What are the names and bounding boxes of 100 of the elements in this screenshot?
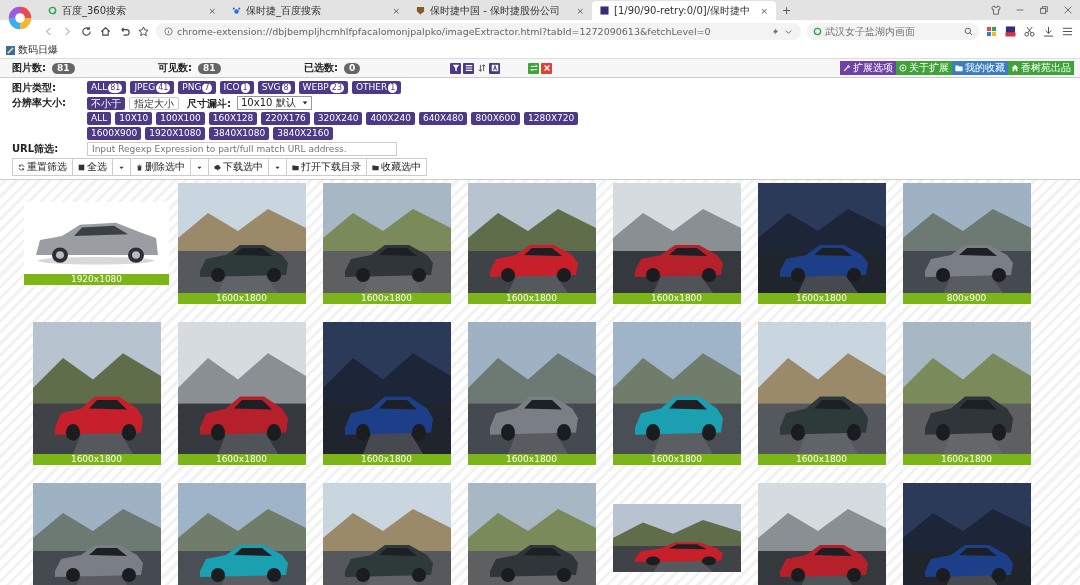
folder-icon <box>955 64 963 72</box>
extension-icon[interactable] <box>1005 25 1016 37</box>
stat-label: 图片数: <box>12 61 46 75</box>
filter-button[interactable] <box>450 62 461 74</box>
shirt-icon[interactable] <box>991 5 1001 15</box>
lightning-icon[interactable] <box>771 26 780 36</box>
size-label: 1600x1800 <box>32 454 161 465</box>
bookmark-item[interactable]: 数码日爆 <box>18 43 58 57</box>
apps-icon[interactable] <box>986 25 997 37</box>
trash-icon <box>136 163 143 171</box>
home-icon <box>1011 64 1019 72</box>
search-engine-icon <box>813 26 822 36</box>
size-label: 1600x1800 <box>177 293 306 304</box>
tab-title: 保时捷_百度搜索 <box>246 3 322 18</box>
menu-icon[interactable] <box>1062 25 1073 37</box>
size-funnel-select[interactable]: 10x10 默认 <box>237 96 312 110</box>
resolution-button[interactable]: 1600X900 <box>87 127 142 140</box>
cloud-download-icon <box>214 163 221 171</box>
type-filter-button[interactable]: OTHER 1 <box>352 81 402 94</box>
tab-close-button[interactable]: × <box>392 5 400 16</box>
size-label: 1600x1800 <box>757 293 886 304</box>
browser-logo-icon[interactable] <box>8 6 32 30</box>
type-filter-button[interactable]: SVG 8 <box>257 81 295 94</box>
refresh-icon <box>18 163 25 171</box>
resolution-button[interactable]: 3840X1080 <box>209 127 270 140</box>
size-label: 1920x1080 <box>24 274 169 285</box>
shield-icon <box>416 6 425 15</box>
size-label: 1600x1800 <box>322 454 451 465</box>
folder-icon <box>292 163 299 171</box>
resolution-button[interactable]: 320X240 <box>313 112 363 125</box>
extension-link[interactable]: 扩展选项 <box>840 61 896 75</box>
browser-tab[interactable]: 保时捷_百度搜索 × <box>224 1 408 20</box>
size-label: 1600x1800 <box>612 293 741 304</box>
tab-close-button[interactable]: × <box>576 5 584 16</box>
type-filter-button[interactable]: ALL 81 <box>87 81 127 94</box>
tab-close-button[interactable]: × <box>208 5 216 16</box>
reload-icon[interactable] <box>81 25 92 37</box>
size-mode-button[interactable]: 指定大小 <box>129 96 179 110</box>
bookmark-icon[interactable] <box>6 45 15 55</box>
tab-title: 保时捷中国 - 保时捷股份公司 <box>430 3 561 18</box>
folder-icon <box>372 163 379 171</box>
address-bar[interactable]: chrome-extension://dbjbempljhcmhlfpfacalomonjpalpko/imageExtractor.html?tabId=1272090613&fetchLevel=0 <box>156 22 801 40</box>
url-filter-field[interactable]: Input Regexp Expression to part/full match URL address. <box>87 142 397 156</box>
download-icon[interactable] <box>1043 25 1054 37</box>
close-icon[interactable] <box>1063 5 1073 15</box>
search-icon <box>48 6 57 15</box>
home-icon[interactable] <box>100 25 111 37</box>
filter-label: 分辨率大小: <box>12 96 67 109</box>
filter-label: 图片类型: <box>12 81 57 94</box>
resolution-button[interactable]: 800X600 <box>471 112 520 125</box>
type-filter-button[interactable]: JPEG 41 <box>130 81 175 94</box>
search-icon[interactable] <box>964 26 973 36</box>
resolution-button[interactable]: 160X128 <box>208 112 258 125</box>
tab-close-button[interactable]: × <box>760 5 768 16</box>
browser-tab[interactable]: 百度_360搜索 × <box>40 1 224 20</box>
stat-label: 可见数: <box>158 61 192 75</box>
type-filter-button[interactable]: ICO 1 <box>219 81 254 94</box>
tab-title: [1/90/90-retry:0/0]/保时捷中 <box>614 3 752 18</box>
resolution-button[interactable]: 1920X1080 <box>145 127 206 140</box>
resolution-button[interactable]: 3840X2160 <box>273 127 334 140</box>
size-label: 1600x1800 <box>467 293 596 304</box>
resolution-button[interactable]: 1280X720 <box>524 112 579 125</box>
swap-button[interactable] <box>528 62 539 74</box>
tab-title: 百度_360搜索 <box>62 3 128 18</box>
wrench-icon <box>843 64 851 72</box>
size-label: 800x900 <box>902 293 1031 304</box>
resolution-button[interactable]: 220X176 <box>261 112 310 125</box>
type-filter-button[interactable]: PNG 7 <box>178 81 216 94</box>
search-field[interactable]: 武汉女子盐湖内画面 <box>807 22 979 40</box>
circle-icon <box>899 64 907 72</box>
info-icon <box>164 26 173 36</box>
resolution-button[interactable]: 640X480 <box>418 112 468 125</box>
undo-icon[interactable] <box>119 25 130 37</box>
list-button[interactable] <box>463 62 474 74</box>
page-icon <box>600 6 609 15</box>
paw-icon <box>232 6 241 15</box>
browser-tab[interactable]: [1/90/90-retry:0/0]/保时捷中 × <box>592 1 776 20</box>
scissors-icon[interactable] <box>1024 25 1035 37</box>
type-filter-button[interactable]: WEBP 23 <box>298 81 348 94</box>
count-badge: 0 <box>344 62 361 74</box>
font-button[interactable] <box>489 62 500 74</box>
browser-tab[interactable]: 保时捷中国 - 保时捷股份公司 × <box>408 1 592 20</box>
size-label: 1600x1800 <box>322 293 451 304</box>
size-mode-button[interactable]: 不小于 <box>87 96 125 110</box>
resolution-button[interactable]: ALL <box>87 112 112 125</box>
clear-button[interactable] <box>541 62 552 74</box>
size-label: 1600x1800 <box>612 454 741 465</box>
stat-label: 已选数: <box>304 61 338 75</box>
extension-link[interactable]: 我的收藏 <box>952 61 1008 75</box>
resolution-button[interactable]: 10X10 <box>115 112 153 125</box>
size-label: 1600x1800 <box>177 454 306 465</box>
search-input[interactable]: 武汉女子盐湖内画面 <box>825 25 961 37</box>
star-icon[interactable] <box>138 25 149 37</box>
new-tab-button[interactable]: + <box>776 3 798 17</box>
resolution-button[interactable]: 100X100 <box>156 112 205 125</box>
size-label: 1600x1800 <box>757 454 886 465</box>
sort-button[interactable] <box>476 62 487 74</box>
filter-label: URL筛选: <box>12 142 60 155</box>
restore-icon[interactable] <box>1039 5 1049 15</box>
resolution-button[interactable]: 400X240 <box>366 112 415 125</box>
